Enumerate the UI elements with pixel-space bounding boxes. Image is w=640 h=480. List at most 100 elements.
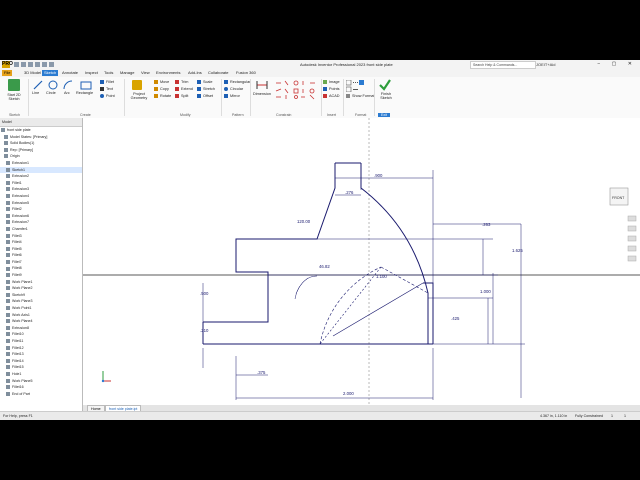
browser-item[interactable]: Solid Bodies(1) — [0, 140, 82, 147]
tab-annotate[interactable]: Annotate — [60, 70, 80, 76]
browser-item[interactable]: Extrusion8 — [0, 325, 82, 332]
constraints-icon[interactable] — [274, 80, 318, 100]
browser-item[interactable]: Extrusion2 — [0, 173, 82, 180]
browser-item[interactable]: Extrusion3 — [0, 186, 82, 193]
profile-curve[interactable] — [360, 163, 429, 344]
browser-item[interactable]: Work Plane3 — [0, 298, 82, 305]
browser-item[interactable]: Extrusion1 — [0, 160, 82, 167]
tab-add-ins[interactable]: Add-Ins — [186, 70, 204, 76]
navigation-bar[interactable] — [627, 215, 637, 262]
circular-pattern-button[interactable]: Circular — [224, 87, 243, 91]
dim-425[interactable]: .425 — [451, 316, 460, 321]
browser-item[interactable]: End of Part — [0, 391, 82, 398]
dim-1100[interactable]: 1.100 — [376, 274, 387, 279]
browser-item[interactable]: Work Point1 — [0, 305, 82, 312]
browser-item[interactable]: Work Plane1 — [0, 279, 82, 286]
browser-item[interactable]: Chamfer1 — [0, 226, 82, 233]
window-controls[interactable]: − ▢ ✕ — [597, 61, 637, 67]
rectangle-button[interactable] — [80, 80, 92, 91]
rectangular-pattern-button[interactable]: Rectangular — [224, 80, 250, 84]
browser-item[interactable]: Fillet14 — [0, 358, 82, 365]
image-button[interactable]: Image — [323, 80, 340, 84]
dim-375[interactable]: .375 — [257, 370, 266, 375]
browser-item[interactable]: Rep: [Primary] — [0, 147, 82, 154]
browser-item[interactable]: Sketch9 — [0, 292, 82, 299]
line-button[interactable] — [33, 80, 43, 91]
browser-item[interactable]: Fillet15 — [0, 364, 82, 371]
dim-210[interactable]: .210 — [200, 328, 209, 333]
rotate-button[interactable]: Rotate — [154, 94, 171, 98]
browser-item[interactable]: Fillet16 — [0, 384, 82, 391]
browser-item[interactable]: Fillet4 — [0, 239, 82, 246]
trim-button[interactable]: Trim — [175, 80, 188, 84]
tab-manage[interactable]: Manage — [118, 70, 136, 76]
finish-sketch-button[interactable] — [379, 79, 391, 92]
extend-button[interactable]: Extend — [175, 87, 193, 91]
browser-item[interactable]: Fillet3 — [0, 233, 82, 240]
copy-button[interactable]: Copy — [154, 87, 169, 91]
dim-900[interactable]: .900 — [374, 173, 383, 178]
acad-button[interactable]: ACAD — [323, 94, 340, 98]
dim-120[interactable]: 120.00 — [297, 219, 311, 224]
dim-1000[interactable]: 1.000 — [480, 289, 491, 294]
save-icon[interactable] — [28, 62, 33, 67]
tab-file[interactable]: File — [2, 70, 13, 76]
point-button[interactable]: Point — [100, 94, 115, 98]
browser-item[interactable]: Fillet10 — [0, 331, 82, 338]
browser-item[interactable]: Fillet5 — [0, 246, 82, 253]
tab-collaborate[interactable]: Collaborate — [206, 70, 230, 76]
dim-276[interactable]: .276 — [345, 190, 354, 195]
browser-item[interactable]: front side plate — [0, 127, 82, 134]
browser-item[interactable]: Extrusion5 — [0, 200, 82, 207]
fillet-button[interactable]: Fillet — [100, 80, 114, 84]
browser-item[interactable]: Extrusion6 — [0, 213, 82, 220]
stretch-button[interactable]: Stretch — [197, 87, 215, 91]
user-account[interactable]: JOEIT+Aid — [536, 62, 555, 67]
tab-fusion-360[interactable]: Fusion 360 — [234, 70, 258, 76]
browser-item[interactable]: Work Plane4 — [0, 318, 82, 325]
browser-item[interactable]: Fillet11 — [0, 338, 82, 345]
graphics-window[interactable]: .900 .276 120.00 .263 1.625 1.000 46.82 … — [83, 118, 640, 405]
points-button[interactable]: Points — [323, 87, 340, 91]
offset-button[interactable]: Offset — [197, 94, 213, 98]
view-cube[interactable]: FRONT — [609, 187, 629, 206]
browser-item[interactable]: Extrusion4 — [0, 193, 82, 200]
open-icon[interactable] — [21, 62, 26, 67]
dim-4682[interactable]: 46.82 — [319, 264, 330, 269]
browser-item[interactable]: Work Axis1 — [0, 312, 82, 319]
browser-item[interactable]: Fillet1 — [0, 180, 82, 187]
text-button[interactable]: Text — [100, 87, 113, 91]
home-icon[interactable] — [49, 62, 54, 67]
browser-item[interactable]: Fillet9 — [0, 272, 82, 279]
undo-icon[interactable] — [35, 62, 40, 67]
browser-item[interactable]: Fillet6 — [0, 252, 82, 259]
sketch-canvas[interactable]: .900 .276 120.00 .263 1.625 1.000 46.82 … — [83, 118, 640, 405]
search-help-input[interactable]: Search Help & Commands... — [470, 61, 536, 69]
dimension-button[interactable] — [256, 80, 268, 91]
app-logo[interactable]: PRO — [2, 61, 13, 68]
tab-environments[interactable]: Environments — [154, 70, 182, 76]
sketch-profile[interactable] — [202, 162, 434, 345]
tab-sketch[interactable]: Sketch — [42, 70, 59, 76]
browser-item[interactable]: Origin — [0, 153, 82, 160]
browser-item[interactable]: Model States: [Primary] — [0, 134, 82, 141]
browser-item[interactable]: Work Plane5 — [0, 378, 82, 385]
browser-item[interactable]: Fillet2 — [0, 206, 82, 213]
browser-item[interactable]: Hole1 — [0, 371, 82, 378]
dim-263[interactable]: .263 — [482, 222, 491, 227]
dim-2000[interactable]: 2.000 — [343, 391, 354, 396]
browser-item[interactable]: Work Plane2 — [0, 285, 82, 292]
browser-item[interactable]: Fillet13 — [0, 351, 82, 358]
format-icons[interactable] — [345, 79, 364, 93]
circle-button[interactable] — [48, 80, 58, 91]
profile-left[interactable] — [203, 163, 336, 323]
split-button[interactable]: Split — [175, 94, 188, 98]
arc-button[interactable] — [63, 80, 73, 91]
browser-item[interactable]: Extrusion7 — [0, 219, 82, 226]
project-geometry-button[interactable] — [132, 80, 142, 90]
tab-tools[interactable]: Tools — [102, 70, 115, 76]
scale-button[interactable]: Scale — [197, 80, 213, 84]
browser-item[interactable]: Fillet12 — [0, 345, 82, 352]
browser-item[interactable]: Sketch1 — [0, 166, 82, 174]
mirror-button[interactable]: Mirror — [224, 94, 240, 98]
